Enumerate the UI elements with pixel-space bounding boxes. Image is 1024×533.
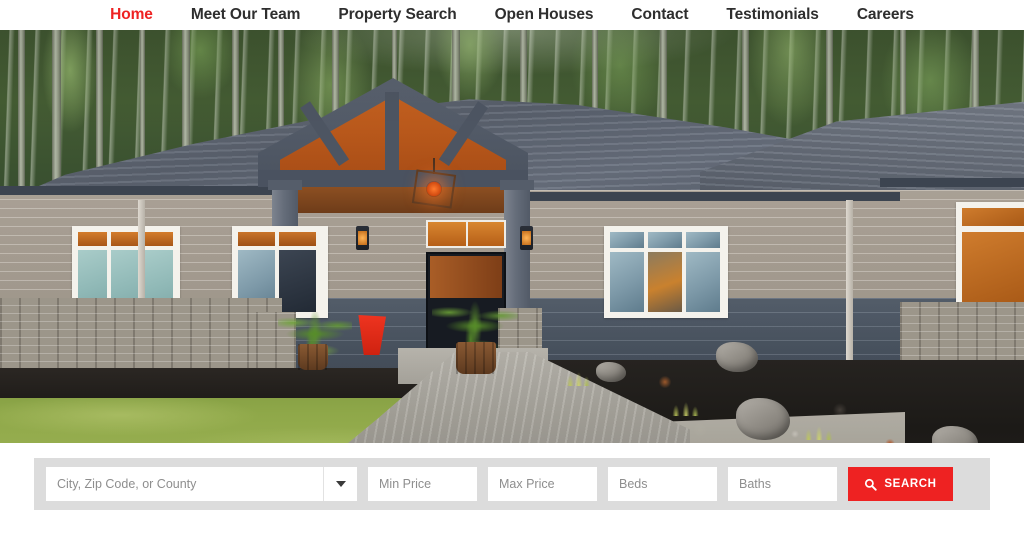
rust-foliage-plant [648, 364, 682, 400]
caret-glyph [335, 481, 346, 487]
ornamental-grass [560, 360, 594, 386]
landscape-boulder [716, 342, 758, 372]
rust-foliage-plant [854, 430, 914, 443]
transom-pane [610, 232, 644, 248]
transom-pane [144, 232, 173, 246]
property-search-bar: City, Zip Code, or County Min Price Max … [34, 458, 990, 510]
main-navigation: Home Meet Our Team Property Search Open … [0, 0, 1024, 30]
max-price-input[interactable]: Max Price [488, 467, 597, 501]
downspout [846, 200, 853, 360]
porch-ceiling [284, 187, 504, 213]
location-input[interactable]: City, Zip Code, or County [46, 467, 323, 501]
transom-pane [962, 208, 1024, 226]
window-pane [610, 252, 644, 312]
chevron-down-icon[interactable] [323, 467, 357, 501]
barrel-planter [456, 342, 496, 374]
hero-banner [0, 30, 1024, 443]
hero-house-photo [0, 30, 1024, 443]
window-pane [962, 232, 1024, 304]
location-field-group: City, Zip Code, or County [46, 467, 357, 501]
nav-item-meet-our-team[interactable]: Meet Our Team [172, 0, 320, 30]
min-price-input[interactable]: Min Price [368, 467, 477, 501]
baths-input[interactable]: Baths [728, 467, 837, 501]
search-button-label: SEARCH [884, 478, 937, 490]
transom-pane [279, 232, 316, 246]
door-transom-window [426, 220, 506, 248]
window-right-triple [604, 226, 728, 318]
wall-sconce-right [520, 226, 533, 250]
pendant-lantern [411, 169, 457, 209]
nav-item-home[interactable]: Home [91, 0, 172, 30]
landscape-boulder [596, 362, 626, 382]
stone-veneer-left [0, 298, 282, 370]
window-pane [648, 252, 682, 312]
landscape-boulder [736, 398, 790, 440]
eave-fascia [880, 178, 1024, 187]
search-icon [865, 478, 878, 491]
beds-input[interactable]: Beds [608, 467, 717, 501]
transom-pane [111, 232, 140, 246]
nav-item-open-houses[interactable]: Open Houses [476, 0, 613, 30]
gable-king-post [385, 92, 399, 174]
pot-planter [298, 344, 328, 370]
nav-item-testimonials[interactable]: Testimonials [707, 0, 837, 30]
transom-pane [238, 232, 275, 246]
window-pane [686, 252, 720, 312]
transom-pane [686, 232, 720, 248]
nav-item-careers[interactable]: Careers [838, 0, 933, 30]
ornamental-grass [796, 408, 838, 440]
nav-item-property-search[interactable]: Property Search [319, 0, 475, 30]
window-pane [279, 250, 316, 312]
search-button[interactable]: SEARCH [848, 467, 953, 501]
transom-pane [648, 232, 682, 248]
lantern-bulb [426, 181, 442, 197]
post-cap [268, 180, 302, 190]
nav-item-contact[interactable]: Contact [612, 0, 707, 30]
window-far-right [956, 202, 1024, 310]
post-cap [500, 180, 534, 190]
page-root: Home Meet Our Team Property Search Open … [0, 0, 1024, 533]
eave-fascia [520, 192, 900, 201]
wall-sconce-left [356, 226, 369, 250]
transom-pane [78, 232, 107, 246]
